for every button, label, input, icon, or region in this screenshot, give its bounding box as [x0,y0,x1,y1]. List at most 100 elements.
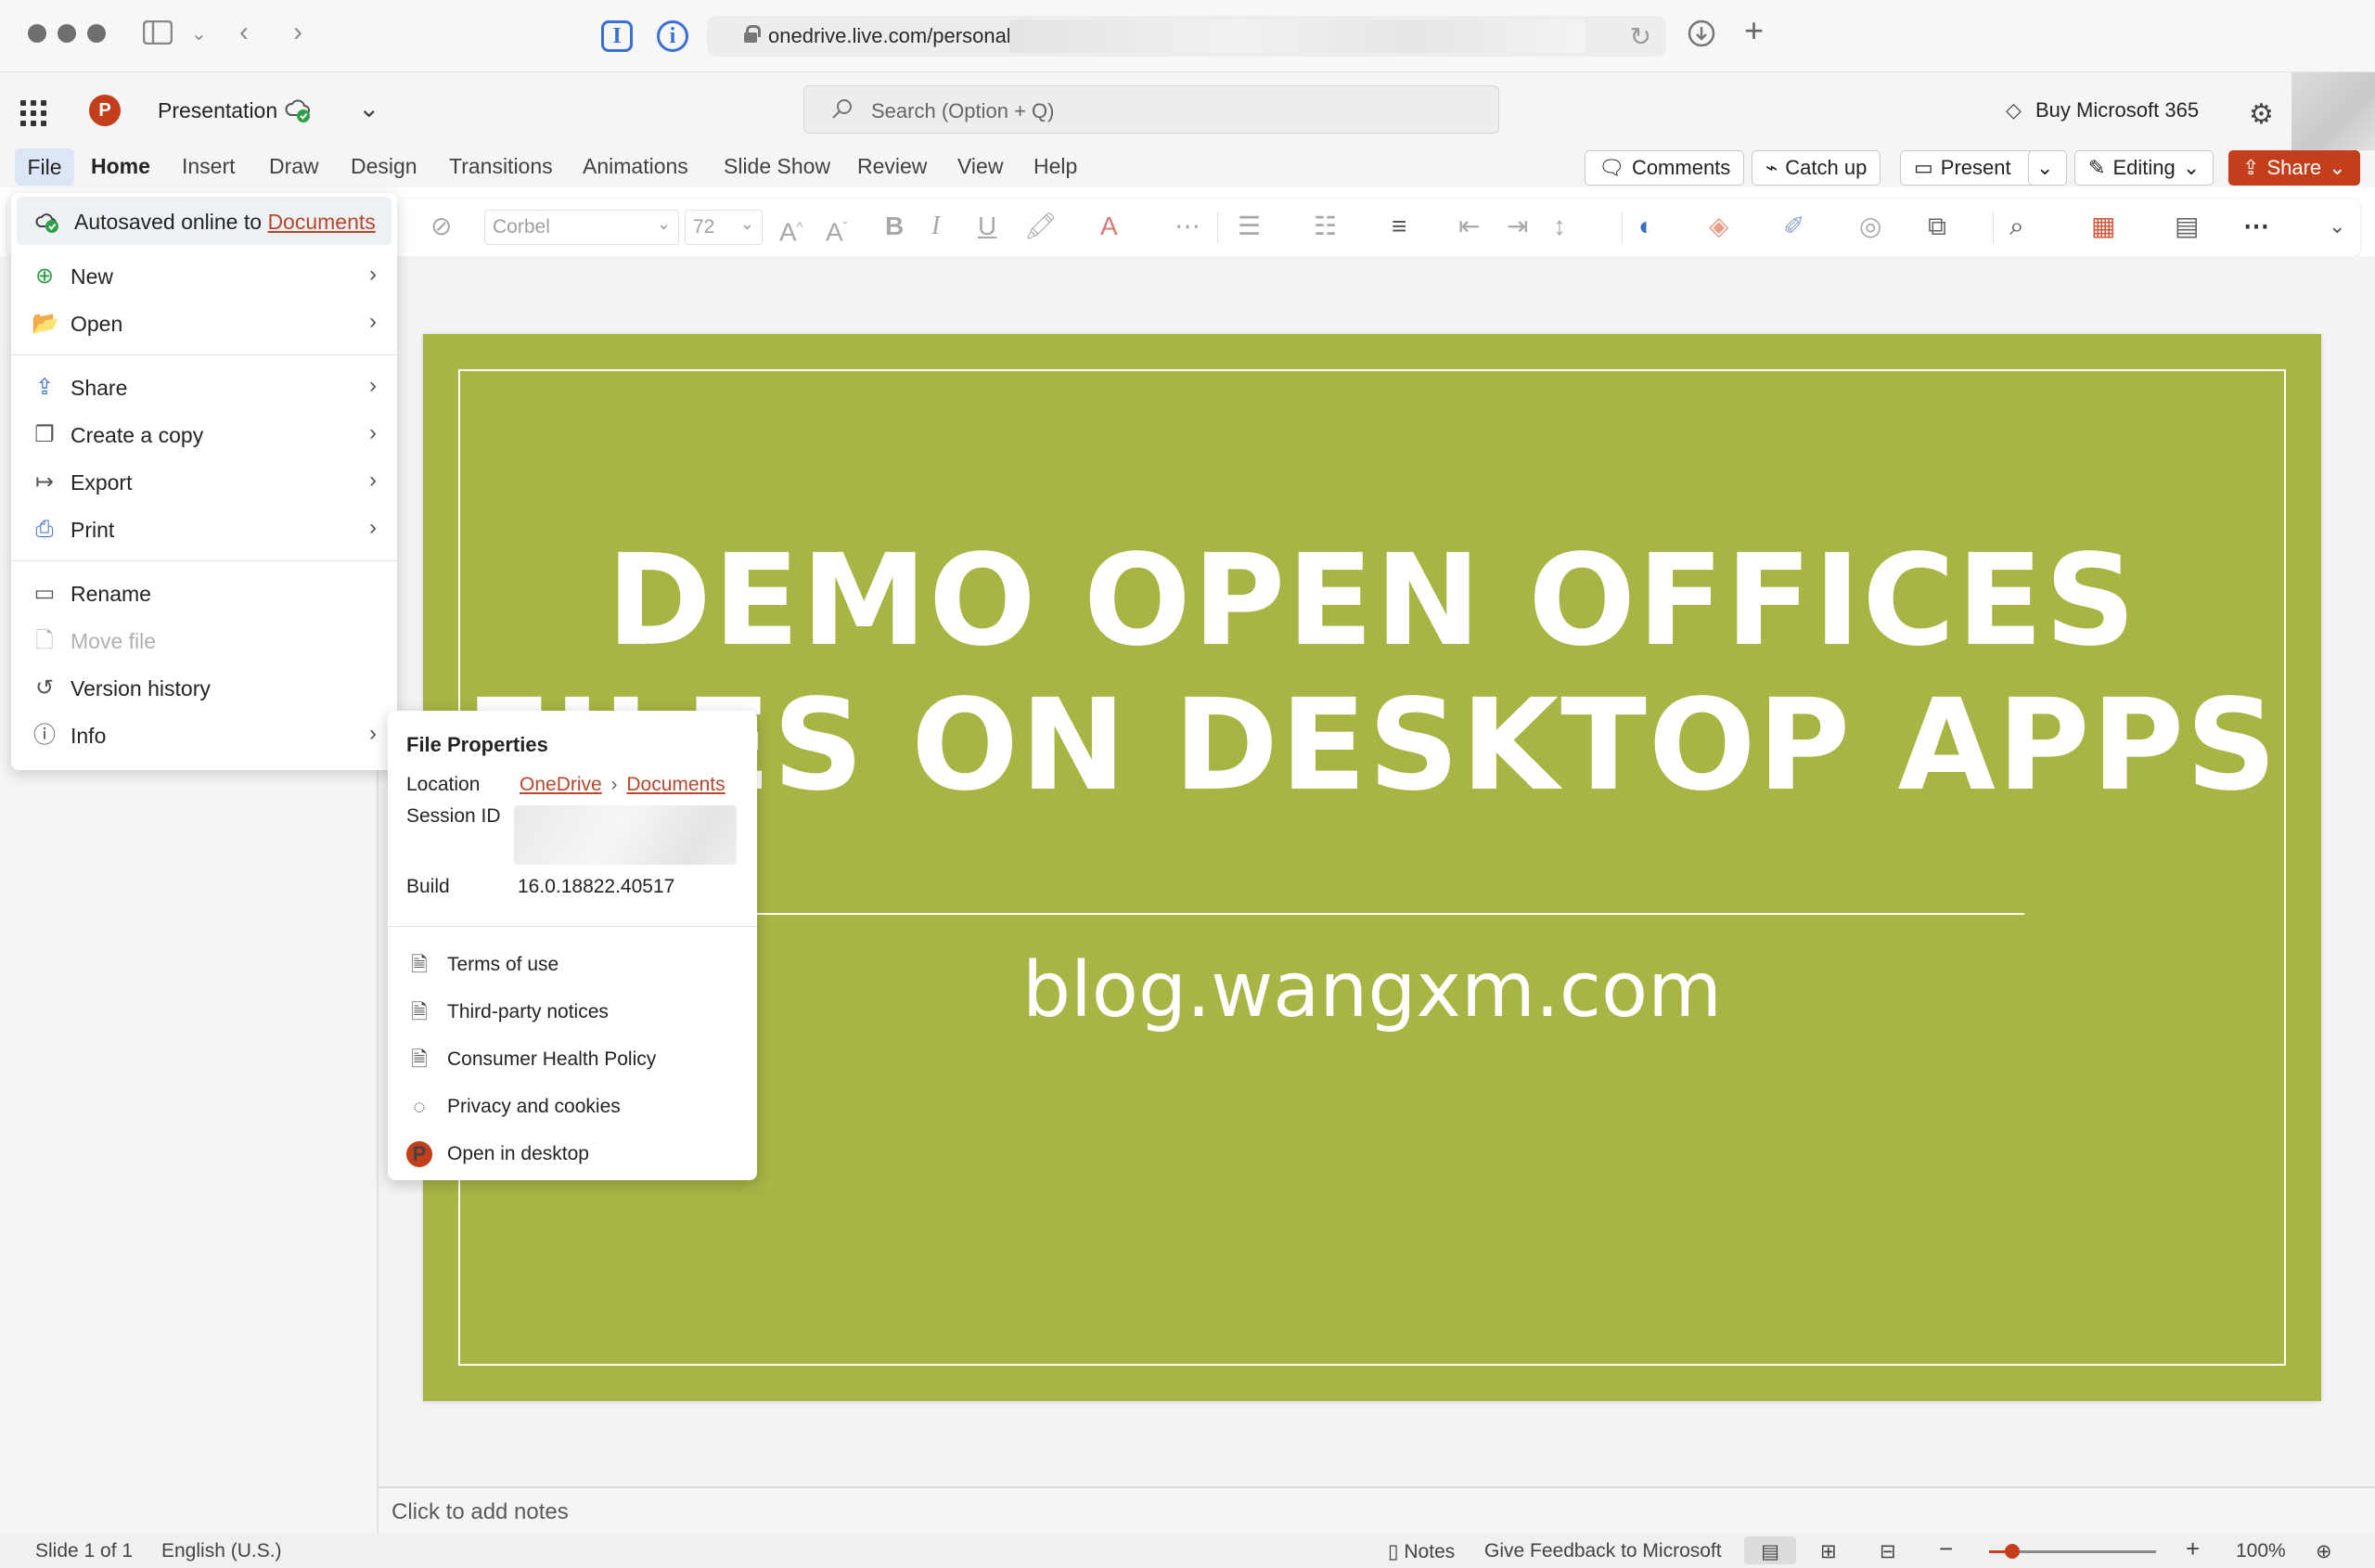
document-title[interactable]: Presentation [158,98,277,123]
shapes-icon[interactable]: ◐ [1638,212,1654,241]
line-spacing-icon[interactable]: ↕ [1553,212,1566,241]
font-size-select[interactable]: 72 ⌄ [685,210,763,245]
comments-button[interactable]: 🗨 Comments [1585,150,1745,186]
new-tab-icon[interactable]: + [1744,14,1764,47]
password-manager-icon[interactable]: i [657,20,688,52]
font-color-icon[interactable]: A [1100,212,1118,241]
slide-sorter-icon[interactable]: ⊞ [1820,1540,1837,1563]
menu-item-share[interactable]: ⇪ Share › [11,364,397,410]
documents-link[interactable]: Documents [626,774,725,795]
buy-microsoft-365-link[interactable]: ◇ Buy Microsoft 365 [2006,98,2199,122]
third-party-notices-item[interactable]: 🗎 Third-party notices [388,990,757,1033]
onedrive-link[interactable]: OneDrive [520,774,602,795]
catch-up-button[interactable]: ⌁ Catch up [1752,150,1881,186]
forward-icon[interactable]: › [293,19,302,46]
chevron-down-icon[interactable]: ⌄ [191,20,207,48]
shape-outline-icon[interactable]: ✐ [1783,212,1804,241]
shape-fill-icon[interactable]: ◈ [1709,212,1729,241]
menu-item-rename[interactable]: ▭ Rename [11,570,397,616]
back-icon[interactable]: ‹ [239,19,249,46]
tab-insert[interactable]: Insert [178,154,239,179]
menu-item-info[interactable]: ⓘ Info › [11,712,397,758]
underline-icon[interactable]: U [978,212,996,241]
gear-icon[interactable]: ⚙ [2249,98,2274,131]
bold-icon[interactable]: B [885,212,904,241]
menu-item-export[interactable]: ↦ Export › [11,458,397,505]
zoom-in-button[interactable]: + [2186,1535,2200,1563]
feedback-link[interactable]: Give Feedback to Microsoft [1484,1540,1722,1562]
menu-item-create-copy[interactable]: ❐ Create a copy › [11,411,397,457]
notes-pane[interactable]: Click to add notes [379,1486,2375,1533]
menu-item-label: Share [71,376,128,400]
menu-item-new[interactable]: ⊕ New › [11,252,397,299]
decrease-indent-icon[interactable]: ⇤ [1458,212,1480,241]
sidebar-toggle-icon[interactable] [142,19,173,50]
menu-item-version-history[interactable]: ↺ Version history [11,664,397,711]
tab-animations[interactable]: Animations [579,154,692,179]
shape-effects-icon[interactable]: ◎ [1859,212,1881,241]
menu-item-open[interactable]: 📂 Open › [11,300,397,346]
grow-font-icon[interactable]: A^ [779,212,802,247]
text-extension-icon[interactable]: I [601,20,633,52]
numbering-icon[interactable]: ☷ [1314,212,1337,241]
more-options-icon[interactable]: ⋯ [2243,212,2269,241]
increase-indent-icon[interactable]: ⇥ [1507,212,1528,241]
document-person-icon: 🗎 [411,1047,428,1071]
new-slide-icon[interactable]: ▤ [2175,212,2199,241]
app-launcher-icon[interactable] [20,100,46,126]
normal-view-icon[interactable]: ▤ [1744,1536,1796,1564]
menu-item-print[interactable]: ⎙ Print › [11,506,397,552]
fit-to-window-icon[interactable]: ⊕ [2316,1540,2332,1563]
zoom-out-button[interactable]: − [1939,1535,1953,1563]
download-icon[interactable] [1687,19,1716,54]
tab-view[interactable]: View [954,154,1007,179]
font-name-select[interactable]: Corbel ⌄ [484,210,679,245]
hide-icon[interactable]: ⊘ [430,212,452,241]
terms-of-use-item[interactable]: 🗎 Terms of use [388,943,757,985]
search-input[interactable]: Search (Option + Q) [803,85,1499,134]
avatar[interactable] [2292,72,2375,150]
tab-file[interactable]: File [15,148,74,186]
tab-help[interactable]: Help [1030,154,1081,179]
open-in-desktop-item[interactable]: P Open in desktop [388,1132,757,1175]
italic-icon[interactable]: I [931,212,940,241]
window-zoom-button[interactable] [87,24,106,43]
window-close-button[interactable] [28,24,46,43]
document-person-icon: 🗎 [411,1000,428,1023]
designer-icon[interactable]: ▦ [2091,212,2115,241]
share-button[interactable]: ⇪ Share ⌄ [2228,150,2360,186]
shrink-font-icon[interactable]: Aˇ [826,212,847,247]
collapse-ribbon-icon[interactable]: ⌄ [2329,212,2345,241]
tab-review[interactable]: Review [854,154,931,179]
tab-slide-show[interactable]: Slide Show [720,154,834,179]
consumer-health-policy-item[interactable]: 🗎 Consumer Health Policy [388,1037,757,1080]
zoom-level[interactable]: 100% [2236,1540,2286,1562]
tab-design[interactable]: Design [347,154,421,179]
align-icon[interactable]: ≡ [1392,212,1406,241]
find-icon[interactable]: ⌕ [2009,212,2024,241]
menu-item-label: New [71,264,114,289]
tab-home[interactable]: Home [87,154,154,179]
arrange-icon[interactable]: ⧉ [1928,212,1946,241]
reload-icon[interactable]: ↻ [1630,21,1651,52]
address-bar[interactable]: onedrive.live.com/personal ↻ [707,16,1666,57]
zoom-slider-thumb[interactable] [2005,1544,2021,1559]
editing-mode-button[interactable]: ✎ Editing ⌄ [2074,150,2215,186]
app-header: P Presentation ⌄ Search (Option + Q) ◇ Bu… [0,72,2375,150]
bullets-icon[interactable]: ☰ [1238,212,1261,241]
reading-view-icon[interactable]: ⊟ [1880,1540,1896,1563]
notes-toggle[interactable]: ▯ Notes [1388,1540,1455,1563]
present-button[interactable]: ▭ Present [1900,150,2045,186]
tab-draw[interactable]: Draw [265,154,323,179]
cloud-check-icon [35,210,59,234]
title-chevron-down-icon[interactable]: ⌄ [358,93,379,123]
zoom-slider[interactable] [1989,1544,2156,1559]
present-options-button[interactable]: ⌄ [2028,150,2067,186]
privacy-cookies-item[interactable]: ◌ Privacy and cookies [388,1085,757,1127]
window-minimize-button[interactable] [58,24,76,43]
autosave-documents-link[interactable]: Documents [267,210,375,234]
more-font-icon[interactable]: ⋯ [1175,212,1200,241]
language-indicator[interactable]: English (U.S.) [161,1540,282,1562]
tab-transitions[interactable]: Transitions [445,154,557,179]
highlight-icon[interactable]: 🖍 [1024,212,1058,241]
